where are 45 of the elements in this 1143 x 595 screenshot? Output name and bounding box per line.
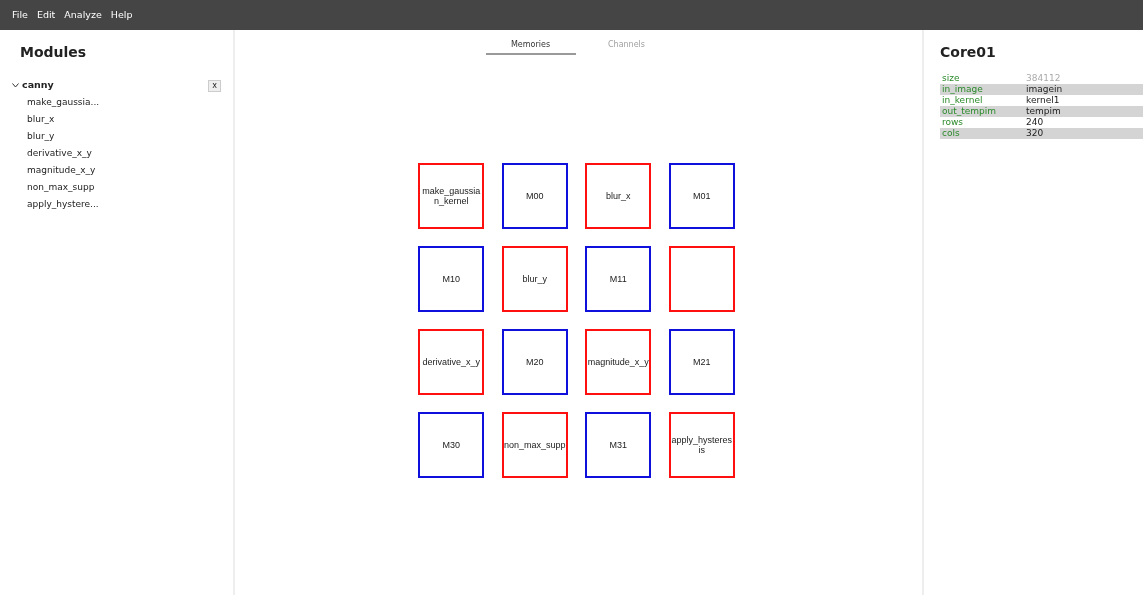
tree-item[interactable]: non_max_supp xyxy=(27,180,95,195)
tree-item[interactable]: canny xyxy=(22,78,208,93)
memory-tile[interactable]: M01 xyxy=(668,163,735,229)
property-key: size xyxy=(940,73,1026,84)
tree-item[interactable]: make_gaussia... xyxy=(27,95,100,110)
property-key: out_tempim xyxy=(940,106,1026,117)
property-key: in_kernel xyxy=(940,95,1026,106)
tab[interactable]: Memories xyxy=(485,37,576,55)
menu-item[interactable]: File xyxy=(12,7,28,23)
panel-title: Core01 xyxy=(939,43,997,62)
tree-item[interactable]: blur_x xyxy=(27,112,55,127)
property-value: 384112 xyxy=(1026,73,1062,84)
property-key: rows xyxy=(940,117,1026,128)
tree-item[interactable]: apply_hystere... xyxy=(27,197,99,212)
property-value[interactable]: 320 xyxy=(1026,128,1143,139)
property-key: cols xyxy=(940,128,1026,139)
property-value[interactable]: tempim xyxy=(1026,106,1143,117)
chevron-icon[interactable] xyxy=(12,81,20,90)
core-tile[interactable]: make_gaussian_kernel xyxy=(418,163,485,229)
memory-tile[interactable]: M00 xyxy=(501,163,568,229)
menu-item[interactable]: Help xyxy=(110,7,133,23)
close-button[interactable]: x xyxy=(208,79,221,92)
memory-tile[interactable]: M20 xyxy=(501,329,568,395)
memory-tile[interactable]: M11 xyxy=(585,246,652,312)
panel-title: Modules xyxy=(19,43,88,62)
core-tile[interactable] xyxy=(668,246,735,312)
property-value[interactable]: kernel1 xyxy=(1026,95,1143,106)
memory-tile[interactable]: M30 xyxy=(418,412,485,478)
menu-item[interactable]: Analyze xyxy=(64,7,102,23)
core-tile[interactable]: non_max_supp xyxy=(501,412,568,478)
menu-item[interactable]: Edit xyxy=(36,7,56,23)
memory-tile[interactable]: M21 xyxy=(668,329,735,395)
core-tile[interactable]: blur_y xyxy=(501,246,568,312)
property-key: in_image xyxy=(940,84,1026,95)
property-value[interactable]: 240 xyxy=(1026,117,1143,128)
core-tile[interactable]: derivative_x_y xyxy=(418,329,485,395)
tree-item[interactable]: derivative_x_y xyxy=(27,146,92,161)
tree-item[interactable]: blur_y xyxy=(27,129,55,144)
memory-tile[interactable]: M10 xyxy=(418,246,485,312)
property-value[interactable]: imagein xyxy=(1026,84,1143,95)
core-tile[interactable]: apply_hysteresis xyxy=(668,412,735,478)
core-tile[interactable]: magnitude_x_y xyxy=(585,329,652,395)
memory-tile[interactable]: M31 xyxy=(585,412,652,478)
core-tile[interactable]: blur_x xyxy=(585,163,652,229)
tree-item[interactable]: magnitude_x_y xyxy=(27,163,96,178)
